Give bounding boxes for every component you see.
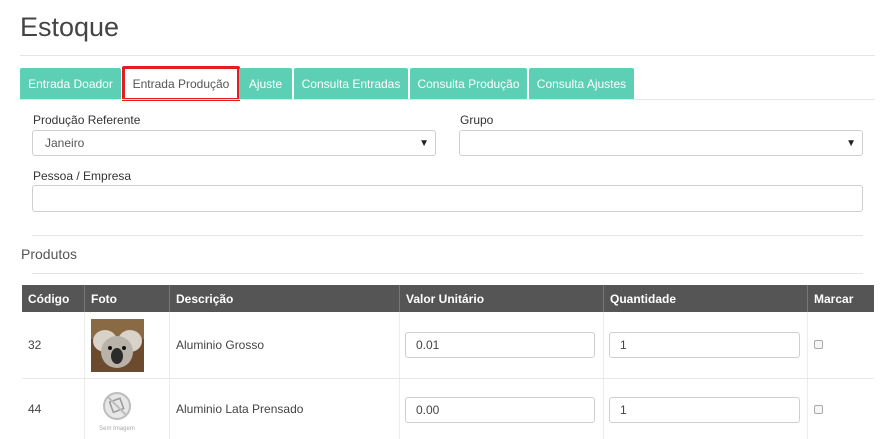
produtos-title: Produtos: [21, 246, 78, 262]
row-codigo: 32: [28, 338, 42, 352]
col-descricao: Descrição: [176, 291, 234, 306]
page-title: Estoque: [20, 12, 120, 42]
row-codigo: 44: [28, 402, 42, 416]
produtos-divider: [32, 273, 863, 274]
grupo-label: Grupo: [460, 113, 494, 127]
no-image-icon: [103, 392, 131, 420]
producao-referente-select[interactable]: Janeiro ▼: [32, 130, 436, 156]
row-descricao: Aluminio Lata Prensado: [176, 402, 304, 416]
sem-imagem-caption: Sem Imagem: [99, 426, 135, 432]
koala-photo: [91, 319, 144, 372]
dropdown-caret-icon: ▼: [419, 138, 429, 149]
tabs-divider: [20, 99, 875, 100]
tab-entrada-doador[interactable]: Entrada Doador: [20, 68, 121, 100]
col-foto: Foto: [91, 291, 117, 306]
form-divider: [32, 235, 863, 236]
col-marcar: Marcar: [814, 291, 854, 306]
pessoa-empresa-label: Pessoa / Empresa: [33, 169, 132, 183]
row-descricao: Aluminio Grosso: [176, 338, 265, 352]
valor-unitario-input[interactable]: 0.01: [405, 332, 595, 358]
table-row: 44 Sem Imagem Aluminio Lata Prensado 0.0…: [22, 379, 874, 439]
products-table-header: Código Foto Descrição Valor Unitário Qua…: [22, 285, 874, 312]
producao-referente-label: Produção Referente: [33, 113, 141, 127]
tab-entrada-producao[interactable]: Entrada Produção: [122, 66, 240, 101]
tab-consulta-producao[interactable]: Consulta Produção: [410, 68, 527, 100]
tab-ajuste[interactable]: Ajuste: [239, 68, 292, 100]
col-codigo: Código: [28, 291, 70, 306]
pessoa-empresa-input[interactable]: [32, 185, 863, 212]
producao-referente-value: Janeiro: [45, 136, 85, 150]
tab-consulta-ajustes[interactable]: Consulta Ajustes: [529, 68, 634, 100]
table-row: 32 Aluminio Grosso 0.01 1: [22, 312, 874, 378]
col-valor-unitario: Valor Unitário: [406, 291, 485, 306]
grupo-select[interactable]: ▼: [459, 130, 863, 156]
sem-imagem-placeholder: Sem Imagem: [96, 391, 138, 433]
dropdown-caret-icon: ▼: [846, 138, 856, 149]
col-quantidade: Quantidade: [610, 291, 677, 306]
valor-unitario-input[interactable]: 0.00: [405, 397, 595, 423]
title-divider: [20, 55, 875, 56]
quantidade-input[interactable]: 1: [609, 397, 800, 423]
quantidade-input[interactable]: 1: [609, 332, 800, 358]
tab-consulta-entradas[interactable]: Consulta Entradas: [294, 68, 408, 100]
marcar-checkbox[interactable]: [814, 340, 823, 349]
marcar-checkbox[interactable]: [814, 405, 823, 414]
